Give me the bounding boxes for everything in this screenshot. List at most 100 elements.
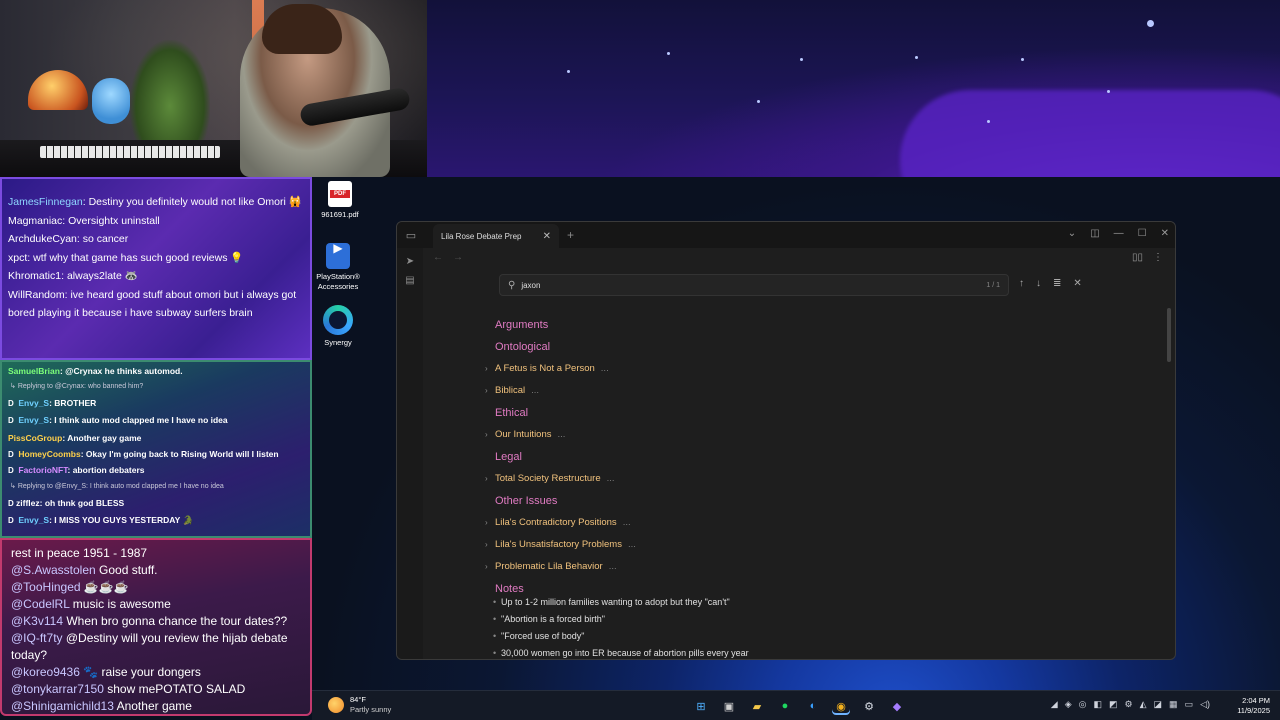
tray-app-icon[interactable]: ▦ xyxy=(1169,699,1178,710)
chat-text: 🐾 raise your dongers xyxy=(83,665,201,679)
collapsed-item[interactable]: › Lila's Contradictory Positions... xyxy=(485,512,1087,534)
collapsed-item[interactable]: › Problematic Lila Behavior... xyxy=(485,556,1087,578)
edge-icon[interactable]: ◐ xyxy=(804,697,822,715)
search-count: 1 / 1 xyxy=(986,281,1000,289)
list-item: "Forced use of body" xyxy=(487,628,1087,645)
list-item: 30,000 women go into ER because of abort… xyxy=(487,645,1087,659)
search-input[interactable]: ⚲ jaxon 1 / 1 xyxy=(499,274,1009,296)
windows-start-icon[interactable]: ⊞ xyxy=(692,697,710,715)
minimize-icon[interactable]: — xyxy=(1114,228,1124,239)
heading-arguments[interactable]: Arguments xyxy=(487,314,1087,336)
desktop-icon-synergy[interactable]: Synergy xyxy=(310,305,366,348)
tray-app-icon[interactable]: ◩ xyxy=(1109,699,1118,710)
collapsed-item[interactable]: › Total Society Restructure... xyxy=(485,468,1087,490)
close-search-icon[interactable]: ✕ xyxy=(1073,278,1081,289)
chevron-right-icon[interactable]: › xyxy=(485,512,488,534)
left-ribbon: ➤ ▤ xyxy=(397,248,423,659)
collapsed-item[interactable]: › Biblical... xyxy=(485,380,1087,402)
chat-message: @TooHinged ☕☕☕ xyxy=(2,579,310,596)
replace-icon[interactable]: ≣ xyxy=(1053,278,1061,289)
heading-legal[interactable]: Legal xyxy=(487,446,1087,468)
tray-app-icon[interactable]: ◭ xyxy=(1140,699,1147,710)
chrome-icon[interactable]: ◉ xyxy=(832,697,850,715)
desktop-icon-label: 961691.pdf xyxy=(321,210,359,219)
chat-text: show mePOTATO SALAD xyxy=(107,682,246,696)
chat-username: @tonykarrar7150 xyxy=(11,682,104,696)
scrollbar[interactable] xyxy=(1167,308,1171,362)
chevron-right-icon[interactable]: › xyxy=(485,556,488,578)
chat-text: music is awesome xyxy=(72,597,171,611)
tray-app-icon[interactable]: ◢ xyxy=(1051,699,1058,710)
weather-temp: 84°F xyxy=(350,695,366,704)
task-view-icon[interactable]: ▣ xyxy=(720,697,738,715)
forward-arrow-icon[interactable]: → xyxy=(453,252,463,263)
chevron-down-icon[interactable]: ⌄ xyxy=(1068,228,1076,239)
tray-app-icon[interactable]: ◪ xyxy=(1154,699,1163,710)
chevron-right-icon[interactable]: › xyxy=(485,468,488,490)
chat-message: PissCoGroup: Another gay game xyxy=(8,432,142,443)
more-marker: ... xyxy=(606,473,615,484)
tab-lila-rose[interactable]: Lila Rose Debate Prep ✕ xyxy=(433,224,559,248)
chevron-right-icon[interactable]: › xyxy=(485,358,488,380)
search-controls: ↑ ↓ ≣ ✕ xyxy=(1019,278,1082,289)
chat-message: @S.Awasstolen Good stuff. xyxy=(2,562,310,579)
chat-username: @TooHinged xyxy=(11,580,81,594)
star xyxy=(800,58,803,61)
chat-username: @CodelRL xyxy=(11,597,70,611)
webcam-feed xyxy=(0,0,427,177)
reading-view-icon[interactable]: ▯▯ xyxy=(1132,252,1143,263)
archive-icon[interactable]: ▤ xyxy=(397,275,423,286)
chat-message: @K3v114 When bro gonna chance the tour d… xyxy=(2,613,310,630)
chevron-right-icon[interactable]: › xyxy=(485,380,488,402)
collapsed-item[interactable]: › A Fetus is Not a Person... xyxy=(485,358,1087,380)
previous-match-icon[interactable]: ↑ xyxy=(1019,278,1024,289)
desktop-icon-playstation[interactable]: ▶ PlayStation® Accessories xyxy=(310,242,366,292)
volume-icon[interactable]: ◁) xyxy=(1200,699,1210,710)
chat-message: D HomeyCoombs: Okay I'm going back to Ri… xyxy=(2,446,310,462)
steam-tray-icon[interactable]: ⚙ xyxy=(1125,699,1133,710)
layout-icon[interactable]: ◫ xyxy=(1090,228,1099,239)
item-label: Lila's Contradictory Positions xyxy=(495,517,617,528)
chat-message: xpct: wtf why that game has such good re… xyxy=(8,251,244,264)
new-tab-icon[interactable]: + xyxy=(567,228,574,242)
heading-ontological[interactable]: Ontological xyxy=(487,336,1087,358)
collapsed-item[interactable]: › Lila's Unsatisfactory Problems... xyxy=(485,534,1087,556)
maximize-icon[interactable]: ☐ xyxy=(1138,228,1147,239)
tray-app-icon[interactable]: ◈ xyxy=(1065,699,1072,710)
back-arrow-icon[interactable]: ← xyxy=(433,252,443,263)
system-tray: ◢ ◈ ◎ ◧ ◩ ⚙ ◭ ◪ ▦ ▭ ◁) xyxy=(1051,699,1210,710)
close-window-icon[interactable]: ✕ xyxy=(1161,228,1169,239)
next-match-icon[interactable]: ↓ xyxy=(1036,278,1041,289)
obsidian-icon[interactable]: ◆ xyxy=(888,697,906,715)
more-marker: ... xyxy=(600,363,609,374)
weather-widget[interactable]: 84°F Partly sunny xyxy=(328,695,391,715)
collapsed-item[interactable]: › Our Intuitions... xyxy=(485,424,1087,446)
heading-other-issues[interactable]: Other Issues xyxy=(487,490,1087,512)
send-icon[interactable]: ➤ xyxy=(397,256,423,267)
playstation-icon: ▶ xyxy=(326,242,350,269)
weather-icon xyxy=(328,697,344,713)
item-label: A Fetus is Not a Person xyxy=(495,363,595,374)
item-label: Total Society Restructure xyxy=(495,473,601,484)
close-tab-icon[interactable]: ✕ xyxy=(543,231,551,242)
tray-app-icon[interactable]: ◎ xyxy=(1079,699,1087,710)
steam-icon[interactable]: ⚙ xyxy=(860,697,878,715)
chat-text: When bro gonna chance the tour dates?? xyxy=(66,614,288,628)
tray-app-icon[interactable]: ◧ xyxy=(1094,699,1103,710)
chat-text: BROTHER xyxy=(54,398,97,409)
chevron-right-icon[interactable]: › xyxy=(485,534,488,556)
heading-ethical[interactable]: Ethical xyxy=(487,402,1087,424)
chat-message: WillRandom: ive heard good stuff about o… xyxy=(8,288,297,320)
network-icon[interactable]: ▭ xyxy=(1185,699,1194,710)
desktop-icon-pdf[interactable]: PDF 961691.pdf xyxy=(312,181,368,220)
more-options-icon[interactable]: ⋮ xyxy=(1153,252,1163,263)
sidebar-toggle-icon[interactable]: ▭ xyxy=(399,229,423,242)
chat-username: Envy_S xyxy=(18,398,50,409)
search-icon: ⚲ xyxy=(508,279,516,291)
chevron-right-icon[interactable]: › xyxy=(485,424,488,446)
clock[interactable]: 2:04 PM 11/9/2025 xyxy=(1237,696,1270,716)
note-content: Arguments Ontological › A Fetus is Not a … xyxy=(485,314,1087,659)
badge-icon: D xyxy=(8,416,14,426)
spotify-icon[interactable]: ● xyxy=(776,697,794,715)
file-explorer-icon[interactable]: ▰ xyxy=(748,697,766,715)
